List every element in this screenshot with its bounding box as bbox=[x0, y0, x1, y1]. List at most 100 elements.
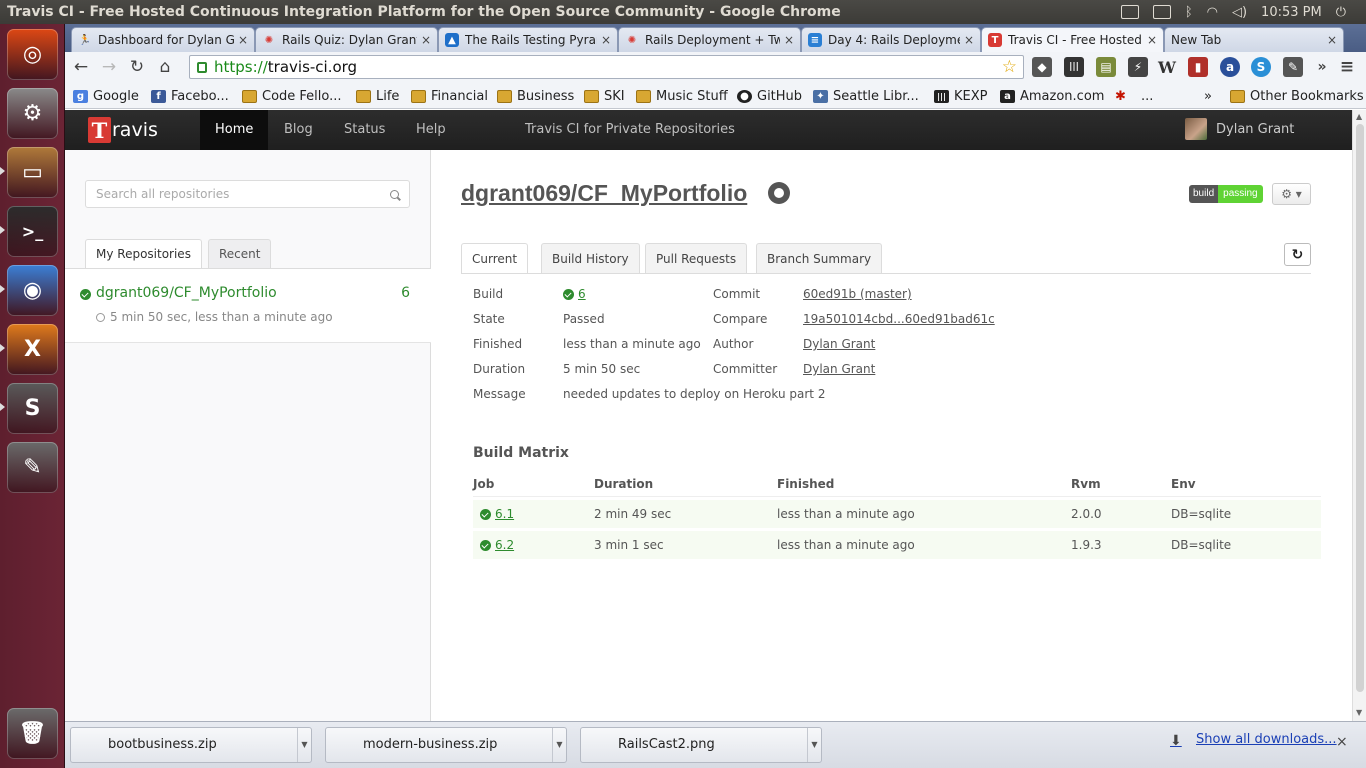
scrollbar-thumb[interactable] bbox=[1356, 124, 1364, 692]
close-icon[interactable]: × bbox=[964, 33, 974, 47]
status-badge[interactable]: build passing bbox=[1189, 185, 1263, 203]
extension-d-icon[interactable]: ⚡ bbox=[1128, 57, 1148, 77]
build-number-link[interactable]: 6 bbox=[578, 287, 586, 301]
home-button[interactable]: ⌂ bbox=[153, 55, 177, 79]
committer-link[interactable]: Dylan Grant bbox=[803, 362, 875, 376]
extension-e-icon[interactable]: ▮ bbox=[1188, 57, 1208, 77]
tab-new-tab[interactable]: New Tab × bbox=[1164, 27, 1344, 52]
tab-rails-quiz[interactable]: ✺ Rails Quiz: Dylan Grant × bbox=[255, 27, 438, 52]
chevron-down-icon[interactable]: ▼ bbox=[552, 728, 566, 762]
bookmark-star-icon[interactable]: ☆ bbox=[1002, 57, 1017, 77]
table-row[interactable]: 6.1 2 min 49 sec less than a minute ago … bbox=[473, 500, 1321, 528]
job-link[interactable]: 6.1 bbox=[495, 507, 514, 521]
repo-build-number[interactable]: 6 bbox=[401, 285, 410, 301]
volume-icon[interactable]: ◁) bbox=[1232, 5, 1247, 20]
author-link[interactable]: Dylan Grant bbox=[803, 337, 875, 351]
table-row[interactable]: 6.2 3 min 1 sec less than a minute ago 1… bbox=[473, 531, 1321, 559]
extension-f-icon[interactable]: a bbox=[1220, 57, 1240, 77]
tab-build-history[interactable]: Build History bbox=[541, 243, 640, 273]
bookmark-folder-life[interactable]: Life bbox=[356, 86, 399, 106]
chevron-down-icon[interactable]: ▼ bbox=[297, 728, 311, 762]
download-item[interactable]: modern-business.zip ▼ bbox=[325, 727, 567, 763]
bookmark-amazon[interactable]: a Amazon.com bbox=[1000, 86, 1104, 106]
bookmark-folder-code-fellows[interactable]: Code Fello... bbox=[242, 86, 342, 106]
overflow-chevron-icon[interactable]: » bbox=[1312, 57, 1332, 77]
back-button[interactable]: ← bbox=[69, 55, 93, 79]
forward-button[interactable]: → bbox=[97, 55, 121, 79]
github-icon[interactable] bbox=[768, 182, 790, 204]
close-icon[interactable]: × bbox=[1327, 33, 1337, 47]
extension-a-icon[interactable]: ◆ bbox=[1032, 57, 1052, 77]
show-all-downloads-link[interactable]: ⬇ Show all downloads... bbox=[1170, 732, 1337, 749]
refresh-button[interactable]: ↻ bbox=[1284, 243, 1311, 266]
bluetooth-icon[interactable]: ᛒ bbox=[1185, 5, 1193, 20]
tab-travis-ci[interactable]: T Travis CI - Free Hosted × bbox=[981, 27, 1164, 52]
job-link[interactable]: 6.2 bbox=[495, 538, 514, 552]
nav-help[interactable]: Help bbox=[416, 110, 446, 150]
tab-branch-summary[interactable]: Branch Summary bbox=[756, 243, 883, 273]
extension-g-icon[interactable]: ✎ bbox=[1283, 57, 1303, 77]
nav-private-repositories[interactable]: Travis CI for Private Repositories bbox=[525, 110, 735, 150]
tab-day-4[interactable]: ≡ Day 4: Rails Deploymen × bbox=[801, 27, 981, 52]
launcher-system-settings[interactable]: ⚙ bbox=[7, 88, 58, 139]
launcher-files[interactable]: ▭ bbox=[7, 147, 58, 198]
extension-b-icon[interactable]: ||| bbox=[1064, 57, 1084, 77]
bookmark-folder-business[interactable]: Business bbox=[497, 86, 574, 106]
chrome-menu-icon[interactable]: ≡ bbox=[1337, 57, 1357, 77]
nav-status[interactable]: Status bbox=[344, 110, 385, 150]
launcher-xchat[interactable]: X bbox=[7, 324, 58, 375]
repo-link[interactable]: dgrant069/CF_MyPortfolio bbox=[96, 285, 277, 301]
mail-icon[interactable] bbox=[1120, 5, 1139, 19]
page-scrollbar[interactable]: ▲ ▼ bbox=[1352, 110, 1366, 721]
bookmark-folder-ski[interactable]: SKI bbox=[584, 86, 625, 106]
bookmark-folder-financial[interactable]: Financial bbox=[411, 86, 488, 106]
close-icon[interactable]: × bbox=[1147, 33, 1157, 47]
other-bookmarks[interactable]: Other Bookmarks bbox=[1230, 86, 1364, 106]
settings-dropdown-button[interactable]: ⚙ ▾ bbox=[1272, 183, 1311, 205]
tab-dashboard[interactable]: 🏃 Dashboard for Dylan G × bbox=[71, 27, 255, 52]
nav-home[interactable]: Home bbox=[200, 110, 269, 150]
user-menu[interactable]: Dylan Grant bbox=[1185, 118, 1294, 140]
wikipedia-icon[interactable]: W bbox=[1157, 57, 1177, 77]
page-title[interactable]: dgrant069/CF_MyPortfolio bbox=[461, 180, 747, 207]
launcher-text-editor[interactable]: ✎ bbox=[7, 442, 58, 493]
bookmark-kexp[interactable]: ||| KEXP bbox=[934, 86, 987, 106]
bookmark-facebook[interactable]: f Facebo... bbox=[151, 86, 229, 106]
chevron-down-icon[interactable]: ▼ bbox=[807, 728, 821, 762]
clock[interactable]: 10:53 PM bbox=[1261, 5, 1322, 20]
launcher-chrome[interactable]: ◉ bbox=[7, 265, 58, 316]
compare-link[interactable]: 19a501014cbd...60ed91bad61c bbox=[803, 312, 995, 326]
skype-icon[interactable]: S bbox=[1251, 57, 1271, 77]
close-icon[interactable]: × bbox=[784, 33, 794, 47]
scroll-down-icon[interactable]: ▼ bbox=[1356, 708, 1362, 717]
bookmark-folder-music-stuff[interactable]: Music Stuff bbox=[636, 86, 728, 106]
search-input[interactable]: Search all repositories bbox=[85, 180, 410, 208]
reload-button[interactable]: ↻ bbox=[125, 55, 149, 79]
close-icon[interactable]: × bbox=[238, 33, 248, 47]
tab-current[interactable]: Current bbox=[461, 243, 529, 274]
close-icon[interactable]: × bbox=[601, 33, 611, 47]
download-item[interactable]: bootbusiness.zip ▼ bbox=[70, 727, 312, 763]
search-icon[interactable] bbox=[390, 189, 399, 199]
wifi-icon[interactable]: ◠ bbox=[1207, 5, 1218, 20]
bookmark-seattle-library[interactable]: ✦ Seattle Libr... bbox=[813, 86, 919, 106]
extension-c-icon[interactable]: ▤ bbox=[1096, 57, 1116, 77]
bookmark-google[interactable]: g Google bbox=[73, 86, 139, 106]
power-icon[interactable]: ⏻ bbox=[1336, 5, 1346, 20]
bookmarks-overflow-button[interactable]: » bbox=[1204, 86, 1212, 106]
close-icon[interactable]: × bbox=[421, 33, 431, 47]
address-bar[interactable]: https:// travis-ci.org ☆ bbox=[189, 55, 1024, 79]
tab-recent[interactable]: Recent bbox=[208, 239, 272, 268]
launcher-sublime-text[interactable]: S bbox=[7, 383, 58, 434]
bookmark-github[interactable]: ● GitHub bbox=[737, 86, 802, 106]
bookmark-yelp[interactable]: ✱... bbox=[1113, 86, 1153, 106]
travis-logo[interactable]: T ravis bbox=[88, 117, 158, 143]
tab-rails-deployment[interactable]: ✺ Rails Deployment + Twi × bbox=[618, 27, 801, 52]
close-icon[interactable]: × bbox=[1336, 734, 1348, 750]
tab-rails-testing-pyramid[interactable]: ▲ The Rails Testing Pyram × bbox=[438, 27, 618, 52]
keyboard-icon[interactable] bbox=[1152, 5, 1171, 19]
launcher-ubuntu-dash[interactable]: ◎ bbox=[7, 29, 58, 80]
tab-pull-requests[interactable]: Pull Requests bbox=[645, 243, 748, 273]
commit-link[interactable]: 60ed91b (master) bbox=[803, 287, 912, 301]
download-item[interactable]: RailsCast2.png ▼ bbox=[580, 727, 822, 763]
